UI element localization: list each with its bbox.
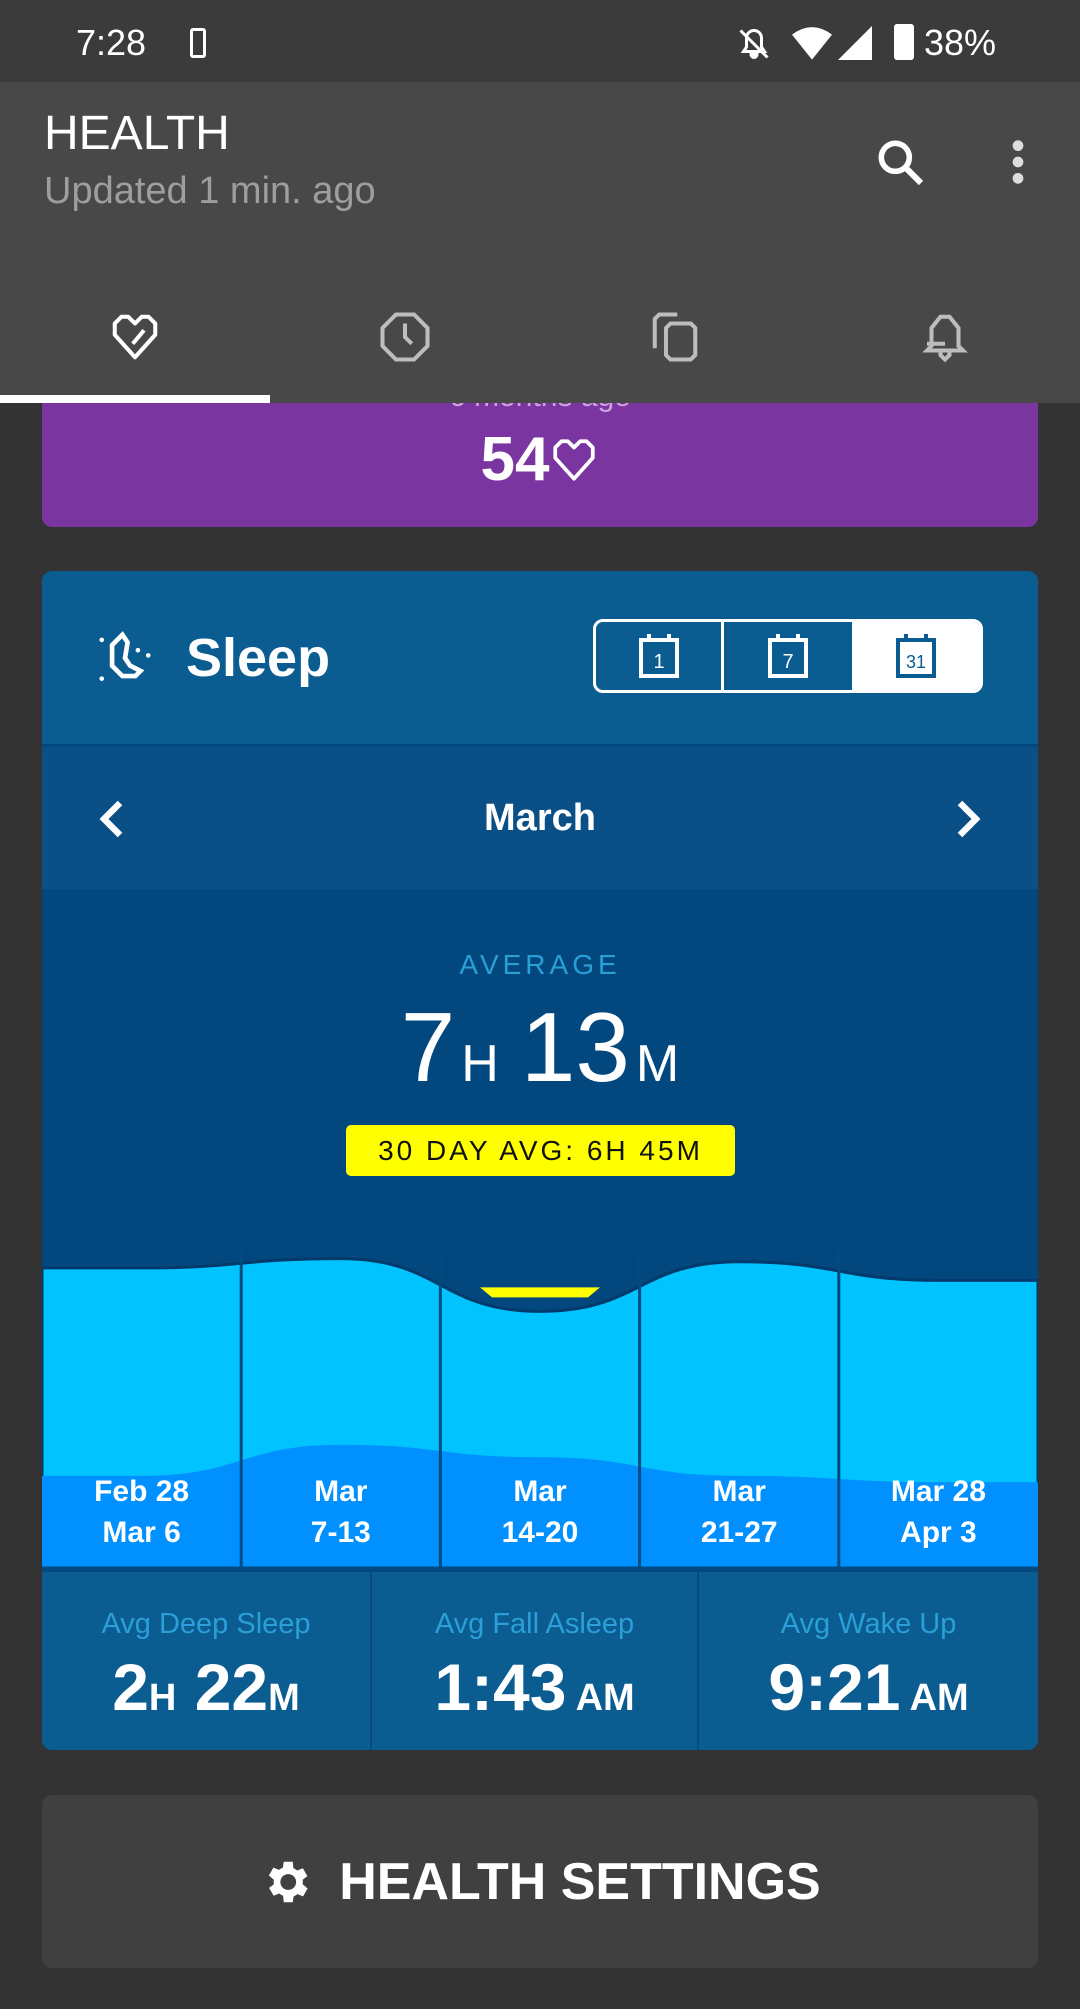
- stat-unit: AM: [566, 1677, 635, 1719]
- tab-apps[interactable]: [540, 282, 810, 392]
- updated-subtitle: Updated 1 min. ago: [44, 170, 376, 212]
- range-day-label: 1: [653, 651, 664, 673]
- sleep-chart: Feb 28 Mar 6 Mar 7-13 Mar 14-20 Mar 21-27 Mar 28…: [42, 1249, 1038, 1569]
- stat-value: 22: [176, 1650, 269, 1724]
- average-hours: 7: [400, 992, 456, 1102]
- heart-rate-value: 54: [480, 425, 550, 494]
- health-settings-label: HEALTH SETTINGS: [339, 1852, 821, 1911]
- sleep-header: Sleep 1 7 31: [42, 571, 1038, 744]
- stat-wake-up: Avg Wake Up 9:21 AM: [699, 1572, 1038, 1750]
- sleep-card: Sleep 1 7 31 March AVERAGE 7 H 13 M 30 DAY …: [42, 571, 1038, 1750]
- range-selector: 1 7 31: [593, 619, 983, 693]
- average-hours-unit: H: [461, 1035, 499, 1093]
- stat-fall-asleep: Avg Fall Asleep 1:43 AM: [370, 1572, 699, 1750]
- more-vert-icon[interactable]: [1000, 134, 1036, 190]
- week-label: Mar: [513, 1475, 567, 1508]
- week-label: Mar 28: [891, 1475, 986, 1508]
- week-label: 14-20: [502, 1516, 579, 1549]
- stat-unit: M: [268, 1677, 300, 1719]
- range-week-button[interactable]: 7: [724, 622, 852, 690]
- stat-deep-sleep: Avg Deep Sleep 2H 22M: [42, 1572, 370, 1750]
- month-nav: March: [42, 747, 1038, 889]
- battery-percent: 38%: [924, 22, 997, 63]
- week-label: Apr 3: [900, 1516, 977, 1549]
- sleep-stats: Avg Deep Sleep 2H 22M Avg Fall Asleep 1:…: [42, 1572, 1038, 1750]
- bell-off-icon: [739, 28, 769, 59]
- month-label: March: [484, 797, 596, 839]
- week-label: 21-27: [701, 1516, 778, 1549]
- week-label: 7-13: [311, 1516, 371, 1549]
- active-tab-indicator: [0, 395, 270, 403]
- average-minutes-unit: M: [635, 1035, 680, 1093]
- signal-icon: [838, 26, 872, 60]
- average-label: AVERAGE: [459, 949, 621, 980]
- calendar-month-icon: 31: [896, 634, 936, 678]
- sleep-title: Sleep: [186, 628, 331, 688]
- heart-icon: [112, 314, 158, 360]
- stat-unit: H: [148, 1677, 177, 1719]
- tab-notifications[interactable]: [810, 282, 1080, 392]
- average-value: 7 H 13 M: [42, 991, 1038, 1104]
- phone-icon: [190, 28, 206, 58]
- week-label: Mar: [314, 1475, 368, 1508]
- status-bar: 7:28 38%: [0, 0, 1080, 82]
- lowest-week-marker: [480, 1287, 600, 1298]
- bell-icon: [922, 314, 968, 363]
- calendar-week-icon: 7: [768, 634, 808, 678]
- tab-history[interactable]: [270, 282, 540, 392]
- stat-label: Avg Wake Up: [780, 1608, 957, 1640]
- stat-value: 1:43: [434, 1650, 567, 1724]
- range-week-label: 7: [782, 651, 793, 673]
- clock-time: 7:28: [76, 22, 147, 63]
- stat-unit: AM: [900, 1677, 969, 1719]
- week-label: Feb 28: [94, 1475, 189, 1508]
- wifi-icon: [792, 27, 832, 60]
- health-settings-button[interactable]: HEALTH SETTINGS: [42, 1795, 1038, 1968]
- stat-value: 9:21: [768, 1650, 901, 1724]
- gear-icon: [269, 1861, 308, 1902]
- stat-value: 2: [112, 1650, 149, 1724]
- heart-outline-icon: [553, 438, 596, 481]
- clock-icon: [380, 312, 430, 362]
- app-bar: HEALTH Updated 1 min. ago: [0, 82, 1080, 403]
- stat-label: Avg Deep Sleep: [101, 1608, 311, 1640]
- sleep-moon-icon: [99, 631, 151, 681]
- average-minutes: 13: [520, 992, 630, 1102]
- week-label: Mar 6: [102, 1516, 180, 1549]
- week-label: Mar: [713, 1475, 767, 1508]
- search-icon[interactable]: [872, 134, 928, 190]
- range-day-button[interactable]: 1: [596, 622, 724, 690]
- range-month-button[interactable]: 31: [852, 622, 980, 690]
- tab-health[interactable]: [0, 282, 270, 392]
- battery-icon: [894, 24, 914, 60]
- range-month-label: 31: [906, 652, 926, 672]
- copy-icon: [652, 312, 698, 362]
- calendar-day-icon: 1: [638, 634, 679, 678]
- page-title: HEALTH: [44, 107, 230, 160]
- thirty-day-avg-badge: 30 DAY AVG: 6H 45M: [346, 1125, 735, 1176]
- chevron-right-icon[interactable]: [948, 797, 988, 841]
- stat-label: Avg Fall Asleep: [434, 1608, 635, 1640]
